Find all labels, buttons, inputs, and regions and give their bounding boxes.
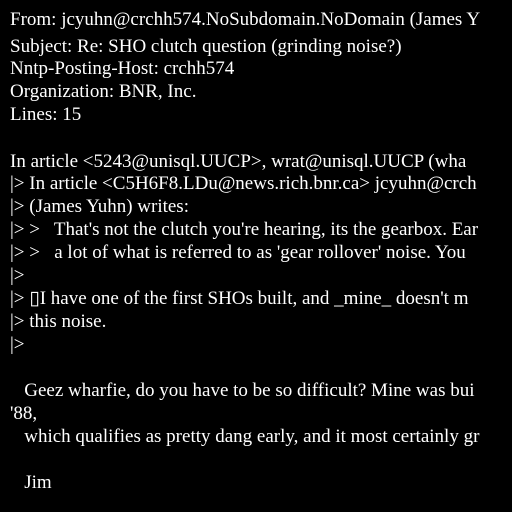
body-line: |> ▯I have one of the first SHOs built, … xyxy=(10,288,469,309)
body-line: |> this noise. xyxy=(10,311,107,332)
header-from: From: jcyuhn@crchh574.NoSubdomain.NoDoma… xyxy=(10,9,481,30)
header-nntp-host: Nntp-Posting-Host: crchh574 xyxy=(10,58,235,79)
body-line: |> xyxy=(10,334,25,355)
body-line: which qualifies as pretty dang early, an… xyxy=(10,426,480,447)
header-organization: Organization: BNR, Inc. xyxy=(10,81,197,102)
header-lines: Lines: 15 xyxy=(10,104,82,125)
body-line: In article <5243@unisql.UUCP>, wrat@unis… xyxy=(10,151,467,172)
header-subject: Subject: Re: SHO clutch question (grindi… xyxy=(10,36,402,57)
body-line: |> > a lot of what is referred to as 'ge… xyxy=(10,242,466,263)
body-line: |> xyxy=(10,265,25,286)
body-line: '88, xyxy=(10,403,38,424)
body-line: |> (James Yuhn) writes: xyxy=(10,196,189,217)
signature: Jim xyxy=(10,472,52,493)
email-message-view: From: jcyuhn@crchh574.NoSubdomain.NoDoma… xyxy=(0,0,512,512)
body-line: |> In article <C5H6F8.LDu@news.rich.bnr.… xyxy=(10,173,477,194)
body-line: Geez wharfie, do you have to be so diffi… xyxy=(10,380,475,401)
body-line: |> > That's not the clutch you're hearin… xyxy=(10,219,479,240)
